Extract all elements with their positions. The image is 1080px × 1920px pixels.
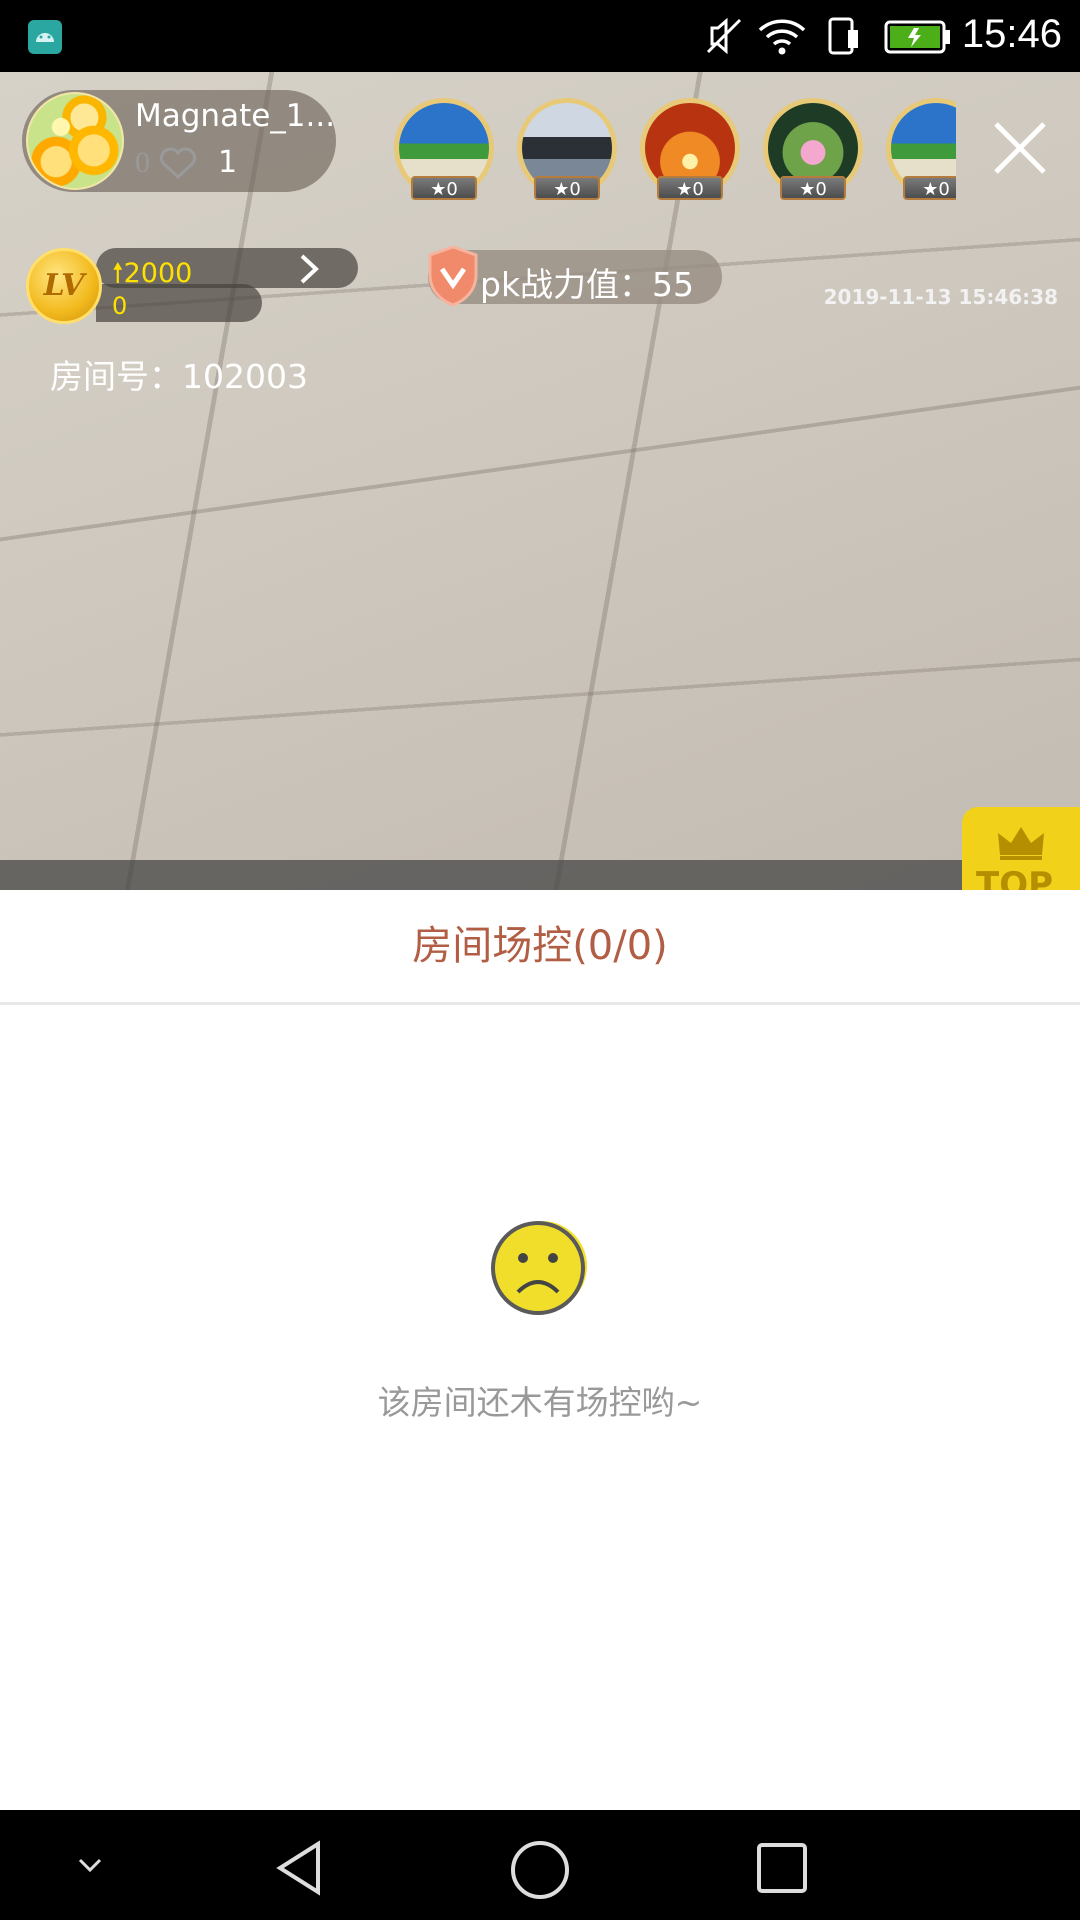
host-avatar[interactable] bbox=[26, 92, 124, 190]
viewer-star-badge: ★0 bbox=[780, 176, 846, 200]
viewer-star-badge: ★0 bbox=[903, 176, 956, 200]
viewer-avatar[interactable]: ★0 bbox=[763, 98, 865, 200]
video-bottom-strip bbox=[0, 860, 1080, 890]
status-bar: 15:46 bbox=[0, 0, 1080, 72]
viewer-star-badge: ★0 bbox=[411, 176, 477, 200]
viewer-avatar[interactable]: ★0 bbox=[640, 98, 742, 200]
navigation-bar bbox=[0, 1810, 1080, 1920]
viewer-avatar[interactable]: ★0 bbox=[886, 98, 956, 200]
top-label: TOP bbox=[976, 865, 1054, 890]
level-coin-icon: LV bbox=[26, 248, 102, 324]
host-stats: 0 1 bbox=[135, 145, 237, 180]
wifi-icon bbox=[758, 19, 806, 55]
sheet-title: 房间场控(0/0) bbox=[412, 923, 668, 969]
sad-face-icon bbox=[491, 1221, 587, 1315]
host-name: Magnate_1... bbox=[135, 98, 336, 134]
collapse-icon[interactable] bbox=[72, 1848, 108, 1884]
sim-icon bbox=[828, 17, 858, 55]
viewer-star-badge: ★0 bbox=[534, 176, 600, 200]
host-likes: 1 bbox=[218, 145, 238, 180]
viewer-star-badge: ★0 bbox=[657, 176, 723, 200]
shield-icon bbox=[428, 245, 478, 307]
host-zero-count: 0 bbox=[135, 145, 150, 179]
sheet-divider bbox=[0, 1002, 1080, 1005]
timestamp: 2019-11-13 15:46:38 bbox=[823, 285, 1058, 309]
viewer-avatar[interactable]: ★0 bbox=[517, 98, 619, 200]
mute-icon bbox=[706, 17, 742, 55]
arrow-up-icon: 🠕 bbox=[112, 258, 124, 289]
level-current: 0 bbox=[112, 292, 128, 320]
pk-power-label: pk战力值：55 bbox=[480, 265, 695, 304]
chevron-right-icon[interactable] bbox=[296, 252, 322, 286]
android-debug-icon bbox=[28, 20, 62, 54]
clock: 15:46 bbox=[961, 12, 1062, 56]
empty-state-message: 该房间还木有场控哟~ bbox=[377, 1383, 703, 1422]
room-control-sheet: 房间场控(0/0) 该房间还木有场控哟~ bbox=[0, 890, 1080, 1810]
crown-icon bbox=[998, 827, 1044, 860]
recents-icon[interactable] bbox=[752, 1838, 812, 1898]
top-ranking-tab[interactable]: TOP bbox=[962, 807, 1080, 890]
battery-charging-icon bbox=[884, 20, 950, 54]
home-icon[interactable] bbox=[508, 1838, 572, 1902]
back-icon[interactable] bbox=[270, 1838, 330, 1898]
close-icon[interactable] bbox=[990, 118, 1050, 178]
viewer-avatar[interactable]: ★0 bbox=[394, 98, 496, 200]
room-number: 房间号：102003 bbox=[50, 357, 308, 396]
heart-icon bbox=[160, 147, 196, 179]
